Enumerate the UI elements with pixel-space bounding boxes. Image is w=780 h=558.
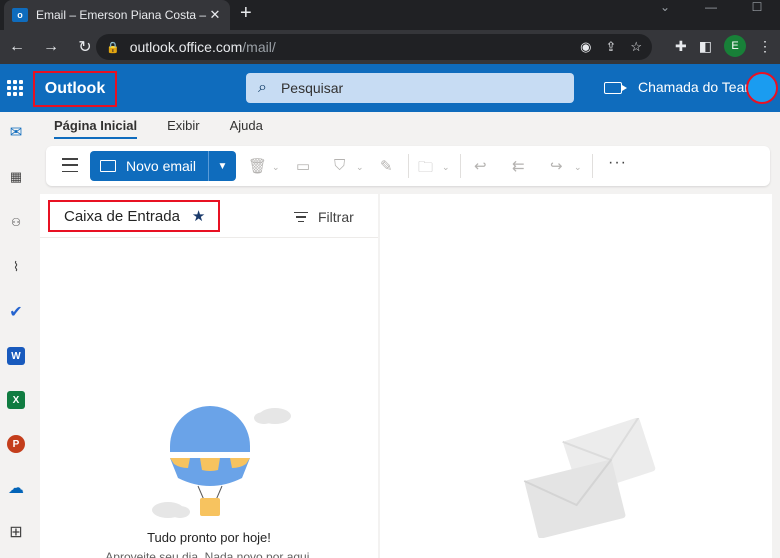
eye-icon[interactable]: ◉ xyxy=(580,39,591,55)
balloon-basket xyxy=(200,498,220,516)
new-email-label: Novo email xyxy=(126,158,197,174)
envelopes-illustration xyxy=(523,418,656,538)
toolbar-divider xyxy=(460,154,461,178)
profile-avatar[interactable]: E xyxy=(724,35,746,57)
people-icon[interactable]: ⚇ xyxy=(6,212,26,232)
kebab-menu-icon[interactable]: ⋮ xyxy=(758,38,772,55)
reply-all-icon[interactable]: ⇇ xyxy=(512,157,525,175)
side-panel-icon[interactable]: ◧ xyxy=(699,38,712,55)
omnibox-icons: ◉ ⇪ ☆ xyxy=(580,39,642,55)
excel-badge: X xyxy=(7,391,25,409)
video-call-icon[interactable] xyxy=(604,82,627,94)
toolbar-divider xyxy=(408,154,409,178)
filter-button[interactable]: Filtrar xyxy=(294,209,354,225)
url-host: outlook.office.com xyxy=(129,39,243,55)
word-icon[interactable]: W xyxy=(6,346,26,366)
browser-tab[interactable]: o Email – Emerson Piana Costa – O ✕ xyxy=(4,0,230,30)
browser-tab-bar: o Email – Emerson Piana Costa – O ✕ + ⌄ … xyxy=(0,0,780,30)
search-input[interactable]: ⌕ Pesquisar xyxy=(246,73,574,103)
back-icon[interactable]: ← xyxy=(0,38,34,56)
browser-toolbar: ← → ↻ 🔒 outlook.office.com/mail/ ◉ ⇪ ☆ ✚… xyxy=(0,30,780,64)
cloud-shape xyxy=(170,506,190,518)
outlook-header: Outlook ⌕ Pesquisar Chamada do Tear xyxy=(0,64,780,112)
search-placeholder: Pesquisar xyxy=(280,80,344,96)
balloon-top xyxy=(170,406,250,454)
envelope-icon xyxy=(100,160,116,172)
command-bar: Novo email ▼ 🗑 ⌄ ▭ ⛉ ⌄ ✎ 🗀 ⌄ ↩ ⇇ ↪ ⌄ ··· xyxy=(46,146,770,186)
more-options-button[interactable]: ··· xyxy=(608,154,627,172)
favorite-star-icon[interactable]: ★ xyxy=(192,207,205,225)
tab-close-icon[interactable]: ✕ xyxy=(208,7,222,23)
message-list-header: Caixa de Entrada ★ Filtrar xyxy=(40,194,378,238)
calendar-icon[interactable]: ▦ xyxy=(6,167,26,187)
excel-icon[interactable]: X xyxy=(6,390,26,410)
balloon-illustration xyxy=(152,406,291,518)
balloon-rope xyxy=(215,485,223,501)
attachment-icon[interactable]: ⌇ xyxy=(6,257,26,277)
chevron-down-icon[interactable]: ▼ xyxy=(208,151,236,181)
chevron-down-icon[interactable]: ⌄ xyxy=(272,162,280,173)
filter-icon xyxy=(294,211,308,223)
report-icon[interactable]: ⛉ xyxy=(334,157,345,174)
folder-title: Caixa de Entrada xyxy=(64,207,180,225)
star-bookmark-icon[interactable]: ☆ xyxy=(630,39,642,55)
empty-state-title: Tudo pronto por hoje! xyxy=(147,530,271,545)
delete-icon[interactable]: 🗑 xyxy=(248,157,267,175)
browser-right-icons: ✚ ◧ E ⋮ xyxy=(675,35,772,57)
balloon-stripe xyxy=(200,458,220,471)
folder-title-box: Caixa de Entrada ★ xyxy=(48,200,220,232)
onedrive-icon[interactable]: ☁ xyxy=(6,478,26,498)
url-path: /mail/ xyxy=(242,39,276,55)
outlook-favicon-icon: o xyxy=(12,8,28,22)
share-icon[interactable]: ⇪ xyxy=(605,39,616,55)
chevron-down-icon[interactable]: ⌄ xyxy=(442,162,450,173)
balloon-rope xyxy=(197,485,205,501)
new-email-button[interactable]: Novo email ▼ xyxy=(90,151,236,181)
sweep-icon[interactable]: ✎ xyxy=(380,157,393,175)
chevron-down-icon[interactable]: ⌄ xyxy=(574,162,582,173)
archive-icon[interactable]: ▭ xyxy=(296,157,310,175)
more-apps-icon[interactable]: ⊞ xyxy=(6,522,26,542)
cloud-shape xyxy=(254,412,274,424)
search-icon: ⌕ xyxy=(258,79,267,96)
balloon-band xyxy=(170,452,250,458)
ribbon-tabs: Página Inicial Exibir Ajuda xyxy=(54,118,263,139)
chevron-down-icon[interactable]: ⌄ xyxy=(356,162,364,173)
tab-ajuda[interactable]: Ajuda xyxy=(230,118,263,133)
tab-pagina-inicial[interactable]: Página Inicial xyxy=(54,118,138,139)
empty-state-subtitle: Aproveite seu dia. Nada novo por aqui. xyxy=(105,550,313,558)
message-list-pane: Caixa de Entrada ★ Filtrar Tudo pronto p… xyxy=(40,194,378,558)
hamburger-menu-icon[interactable] xyxy=(62,158,78,172)
envelope-front xyxy=(523,458,626,538)
toolbar-divider xyxy=(592,154,593,178)
url-text[interactable]: outlook.office.com/mail/ xyxy=(130,39,580,55)
lock-icon[interactable]: 🔒 xyxy=(106,41,120,54)
powerpoint-icon[interactable]: P xyxy=(6,434,26,454)
window-controls: ⌄ — ☐ xyxy=(642,0,780,30)
app-rail: ✉ ▦ ⚇ ⌇ ✔ W X P ☁ ⊞ xyxy=(0,112,32,558)
chevron-down-icon[interactable]: ⌄ xyxy=(642,0,688,30)
tab-exibir[interactable]: Exibir xyxy=(167,118,200,133)
forward-icon[interactable]: ↪ xyxy=(550,157,563,175)
address-bar[interactable]: 🔒 outlook.office.com/mail/ ◉ ⇪ ☆ xyxy=(96,34,652,60)
user-avatar[interactable] xyxy=(746,72,778,104)
powerpoint-badge: P xyxy=(7,435,25,453)
app-launcher-icon[interactable] xyxy=(7,80,23,96)
browser-tab-title: Email – Emerson Piana Costa – O xyxy=(36,8,208,22)
call-button[interactable]: Chamada do Tear xyxy=(638,79,749,95)
maximize-icon[interactable]: ☐ xyxy=(734,0,780,30)
filter-label: Filtrar xyxy=(318,209,354,225)
reply-icon[interactable]: ↩ xyxy=(474,157,487,175)
minimize-icon[interactable]: — xyxy=(688,0,734,30)
new-tab-button[interactable]: + xyxy=(240,2,252,25)
forward-icon[interactable]: → xyxy=(34,38,68,56)
extensions-icon[interactable]: ✚ xyxy=(675,38,687,55)
reading-pane xyxy=(380,194,772,558)
todo-icon[interactable]: ✔ xyxy=(6,302,26,322)
move-to-icon[interactable]: 🗀 xyxy=(418,157,433,182)
word-badge: W xyxy=(7,347,25,365)
mail-icon[interactable]: ✉ xyxy=(6,122,26,142)
outlook-brand[interactable]: Outlook xyxy=(33,71,117,107)
